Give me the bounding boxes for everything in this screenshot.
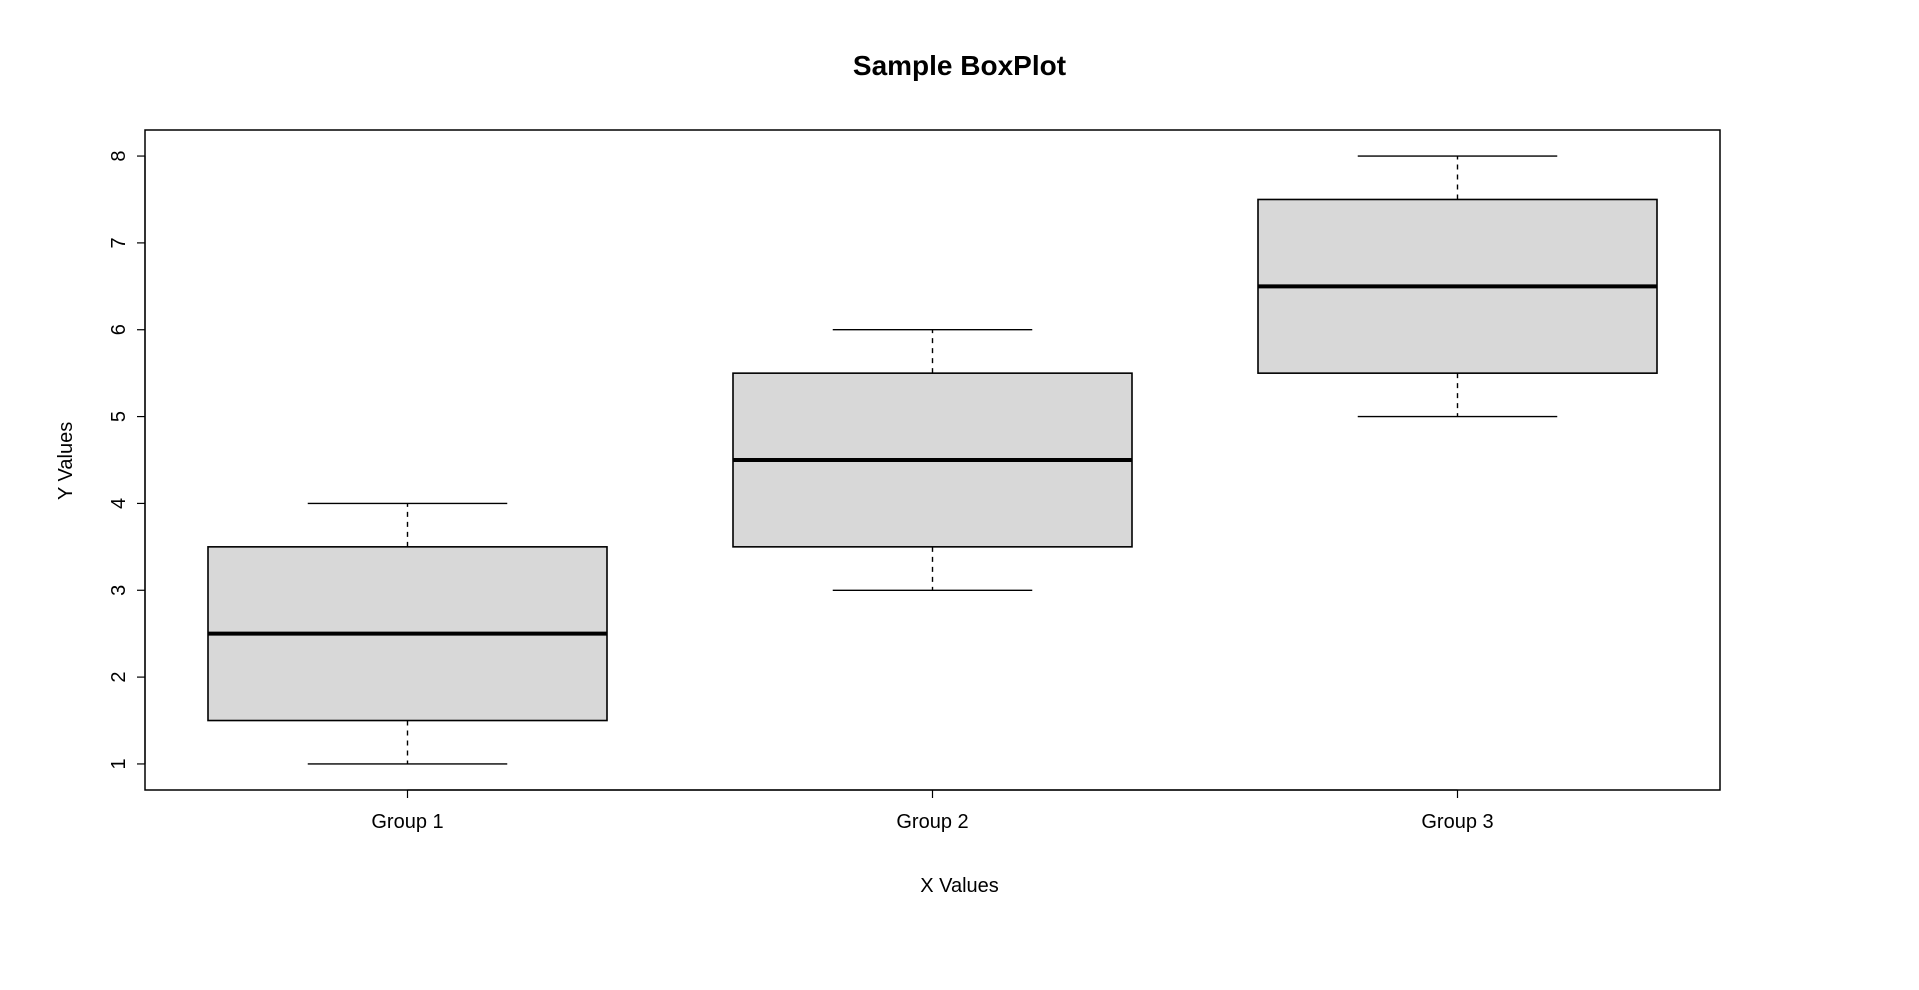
y-tick-label: 6 — [108, 324, 130, 335]
y-tick-label: 4 — [108, 498, 130, 509]
y-tick-label: 7 — [108, 237, 130, 248]
x-axis-label: X Values — [0, 875, 1919, 898]
x-tick-label: Group 2 — [896, 811, 968, 833]
x-tick-label: Group 1 — [371, 811, 443, 833]
x-tick-label: Group 3 — [1421, 811, 1493, 833]
boxplot-svg: 1 2 3 4 5 6 7 8 Group 1 Group 2 Group 3 — [0, 0, 1919, 990]
y-axis-label: Y Values — [55, 422, 78, 500]
y-tick-label: 5 — [108, 411, 130, 422]
chart-title: Sample BoxPlot — [0, 50, 1919, 82]
y-tick-label: 1 — [108, 758, 130, 769]
chart-container: Sample BoxPlot Y Values X Values 1 2 3 4 5 6 7… — [0, 0, 1919, 990]
y-tick-label: 2 — [108, 672, 130, 683]
y-tick-label: 8 — [108, 150, 130, 161]
y-tick-label: 3 — [108, 585, 130, 596]
